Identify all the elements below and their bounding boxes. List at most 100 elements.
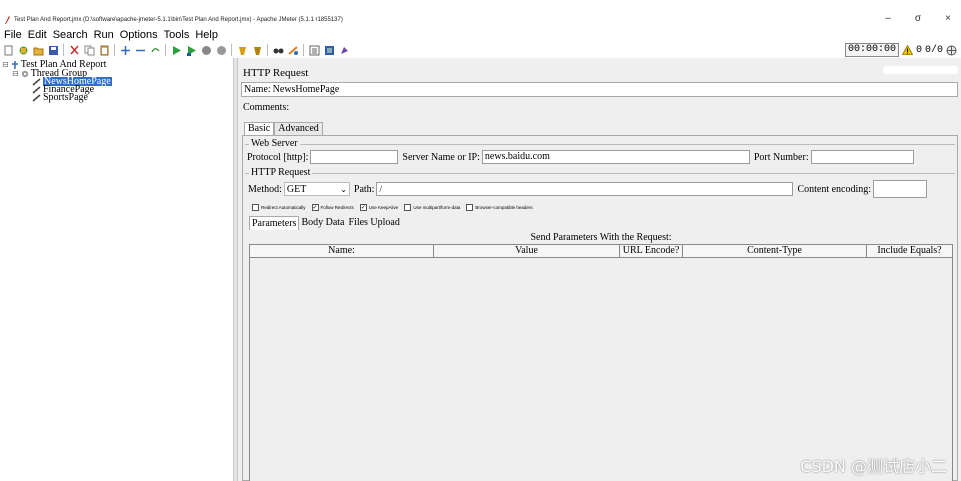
cut-icon[interactable] [68,44,80,56]
web-server-group: Web Server [245,138,955,149]
clear-all-icon[interactable] [251,44,263,56]
tab-parameters[interactable]: Parameters [249,216,300,230]
toolbar-separator [267,44,268,56]
name-label: Name: [244,84,271,95]
menu-tools[interactable]: Tools [164,28,190,42]
menu-search[interactable]: Search [53,28,88,42]
options-checkboxes: Redirect Automatically ✓ Follow Redirects… [252,204,533,211]
test-plan-tree: ⊟ Test Plan And Report ⊟ Thread Group Ne… [2,58,233,481]
paste-icon[interactable] [98,44,110,56]
status-area: 00:00:00 0 0/0 [844,43,957,57]
window-title: Test Plan And Report.jmx (D:\software\ap… [14,17,343,23]
collapse-icon[interactable] [134,44,146,56]
tab-advanced[interactable]: Advanced [274,122,323,135]
checkbox-checked: ✓ [311,204,319,211]
help-icon[interactable] [323,44,335,56]
thread-count: 0/0 [924,44,943,56]
toolbar-separator [231,44,232,56]
table-header-row: Name: Value URL Encode? Content-Type Inc… [250,245,952,258]
expand-icon[interactable] [119,44,131,56]
redacted-area [883,66,958,74]
toolbar-separator [63,44,64,56]
checkbox-unchecked [466,204,474,211]
port-label: Port Number: [753,151,809,163]
name-field[interactable]: NewsHomePage [271,84,957,95]
tab-basic[interactable]: Basic [244,122,275,135]
open-icon[interactable] [32,44,44,56]
stop-icon[interactable] [200,44,212,56]
method-select[interactable]: GET ⌄ [283,182,350,196]
menu-options[interactable]: Options [120,28,158,42]
templates-icon[interactable] [17,44,29,56]
http-request-group: HTTP Request [245,167,955,178]
maximize-button[interactable]: σ [913,13,923,24]
jmeter-feather-icon [5,16,10,24]
toolbar [0,42,961,58]
column-header-include-equals[interactable]: Include Equals? [867,245,952,257]
checkbox-unchecked [404,204,412,211]
menu-file[interactable]: File [4,28,22,42]
collapse-toggle-icon[interactable]: ⊟ [2,60,9,69]
reset-search-icon[interactable] [287,44,299,56]
follow-redirects-checkbox[interactable]: ✓ Follow Redirects [311,204,354,211]
path-input[interactable]: / [376,182,794,196]
menu-edit[interactable]: Edit [28,28,47,42]
minimize-button[interactable]: – [883,13,893,24]
column-header-name[interactable]: Name: [250,245,434,257]
checkbox-unchecked [252,204,259,211]
gear-icon [21,70,28,77]
panel-title: HTTP Request [243,67,309,79]
use-keepalive-checkbox[interactable]: ✓ Use KeepAlive [359,204,398,211]
warning-icon[interactable] [901,45,913,55]
toolbar-separator [165,44,166,56]
protocol-input[interactable] [310,150,399,164]
redirect-automatically-checkbox[interactable]: Redirect Automatically [252,204,306,211]
title-bar: Test Plan And Report.jmx (D:\software\ap… [0,0,961,28]
tree-node-sportspage[interactable]: SportsPage [32,93,88,103]
tab-body-data[interactable]: Body Data [299,216,346,230]
comments-field[interactable] [289,100,958,115]
comments-label: Comments: [243,102,290,113]
comments-row: Comments: [241,100,958,115]
watermark: CSDN @测试店小二 [800,457,947,476]
menu-run[interactable]: Run [94,28,114,42]
parameters-panel: Send Parameters With the Request: Name: … [249,230,953,481]
toggle-icon[interactable] [149,44,161,56]
parameter-tabs: Parameters Body Data Files Upload [249,216,402,230]
close-button[interactable]: × [943,13,953,24]
web-server-legend: Web Server [249,138,300,149]
encoding-input[interactable] [873,180,928,198]
save-icon[interactable] [47,44,59,56]
clear-icon[interactable] [236,44,248,56]
search-icon[interactable] [272,44,284,56]
checkbox-checked: ✓ [359,204,367,211]
port-input[interactable] [810,150,914,164]
multipart-checkbox[interactable]: Use multipart/form-data [404,204,460,211]
shutdown-icon[interactable] [215,44,227,56]
browser-compatible-checkbox[interactable]: Browser-compatible headers [466,204,533,211]
basic-tab-body: Web Server Protocol [http]: Server Name … [242,135,958,481]
protocol-label: Protocol [http]: [247,151,309,163]
start-no-pause-icon[interactable] [185,44,197,56]
web-server-row: Protocol [http]: Server Name or IP: news… [247,150,955,164]
menu-help[interactable]: Help [195,28,218,42]
server-input[interactable]: news.baidu.com [481,150,750,164]
new-icon[interactable] [2,44,14,56]
function-helper-icon[interactable] [308,44,320,56]
tab-files-upload[interactable]: Files Upload [346,216,401,230]
column-header-value[interactable]: Value [434,245,620,257]
column-header-content-type[interactable]: Content-Type [683,245,867,257]
name-row: Name: NewsHomePage [241,82,958,97]
chevron-down-icon: ⌄ [340,184,347,194]
toolbar-separator [114,44,115,56]
copy-icon[interactable] [83,44,95,56]
http-request-row: Method: GET ⌄ Path: / Content encoding: [248,180,955,198]
start-icon[interactable] [170,44,182,56]
remote-status-icon[interactable] [946,45,957,56]
column-header-url-encode[interactable]: URL Encode? [620,245,683,257]
request-tabs: Basic Advanced [244,122,323,135]
collapse-toggle-icon[interactable]: ⊟ [12,69,19,78]
http-request-legend: HTTP Request [249,167,313,178]
parameters-table[interactable]: Name: Value URL Encode? Content-Type Inc… [249,244,953,481]
remote-icon[interactable] [338,44,350,56]
